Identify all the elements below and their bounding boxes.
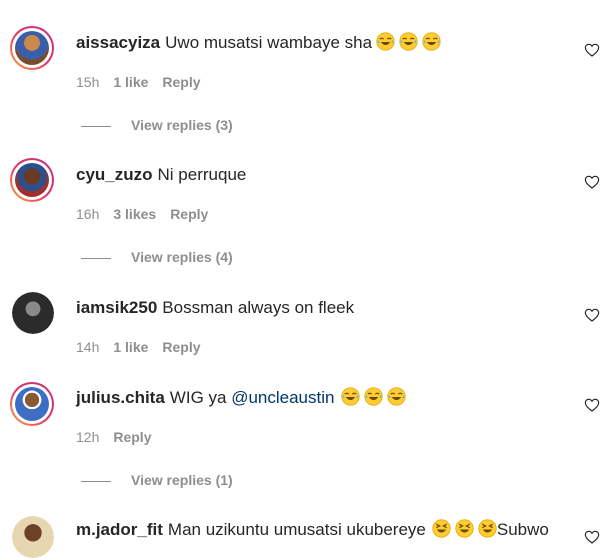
comment-time: 12h: [76, 429, 100, 445]
tears-of-joy-emoji: [399, 32, 418, 51]
squinting-laugh-emoji: [432, 519, 451, 538]
comment-time: 16h: [76, 206, 100, 222]
tears-of-joy-emoji: [387, 387, 406, 406]
heart-outline-icon[interactable]: [584, 307, 600, 323]
reply-button[interactable]: Reply: [162, 74, 200, 90]
squinting-laugh-emoji: [455, 519, 474, 538]
divider: [81, 257, 111, 259]
reply-button[interactable]: Reply: [113, 429, 151, 445]
comment-time: 14h: [76, 339, 100, 355]
comment-text-continued: Subwo: [496, 520, 549, 539]
heart-outline-icon[interactable]: [584, 42, 600, 58]
like-count[interactable]: 1 like: [113, 74, 148, 90]
avatar[interactable]: [12, 516, 54, 558]
heart-outline-icon[interactable]: [584, 397, 600, 413]
comment-text: Man uzikuntu umusatsi ukubereye: [167, 520, 426, 539]
comment-username[interactable]: aissacyiza: [76, 33, 160, 52]
comment-text: WIG ya: [169, 388, 227, 407]
tears-of-joy-emoji: [364, 387, 383, 406]
like-count[interactable]: 3 likes: [113, 206, 156, 222]
like-count[interactable]: 1 like: [113, 339, 148, 355]
heart-outline-icon[interactable]: [584, 529, 600, 545]
tears-of-joy-emoji: [341, 387, 360, 406]
avatar[interactable]: [10, 26, 54, 70]
tears-of-joy-emoji: [422, 32, 441, 51]
comment-text: Uwo musatsi wambaye sha: [165, 33, 373, 52]
reply-button[interactable]: Reply: [162, 339, 200, 355]
divider: [81, 480, 111, 482]
comment-username[interactable]: cyu_zuzo: [76, 165, 153, 184]
view-replies-button[interactable]: View replies (1): [81, 471, 233, 489]
mention-link[interactable]: @uncleaustin: [231, 388, 334, 407]
comment-username[interactable]: julius.chita: [76, 388, 165, 407]
avatar[interactable]: [12, 292, 54, 334]
divider: [81, 125, 111, 127]
squinting-laugh-emoji: [478, 519, 497, 538]
comment-username[interactable]: iamsik250: [76, 298, 157, 317]
heart-outline-icon[interactable]: [584, 174, 600, 190]
reply-button[interactable]: Reply: [170, 206, 208, 222]
comment-time: 15h: [76, 74, 100, 90]
view-replies-button[interactable]: View replies (3): [81, 116, 233, 134]
view-replies-button[interactable]: View replies (4): [81, 248, 233, 266]
avatar[interactable]: [10, 158, 54, 202]
tears-of-joy-emoji: [376, 32, 395, 51]
avatar[interactable]: [10, 382, 54, 426]
comment-username[interactable]: m.jador_fit: [76, 520, 163, 539]
comment-text: Ni perruque: [157, 165, 247, 184]
comment-text: Bossman always on fleek: [162, 298, 355, 317]
